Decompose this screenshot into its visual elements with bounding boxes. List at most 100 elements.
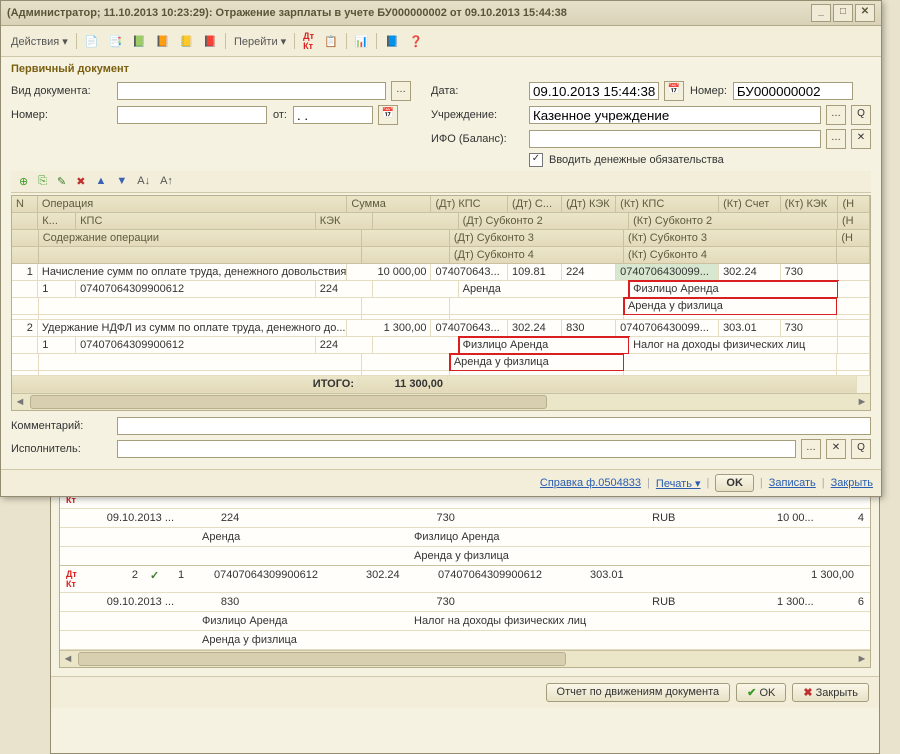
table-row[interactable]: 1 Начисление сумм по оплате труда, денеж… [12,264,870,281]
sort-desc-icon[interactable]: A↑ [156,173,177,190]
executor-clear[interactable]: ✕ [826,439,846,459]
col-dt-sub2[interactable]: (Дт) Субконто 2 [459,213,629,230]
date-picker-icon[interactable]: 📅 [664,81,684,101]
doc-type-label: Вид документа: [11,85,111,97]
delete-icon[interactable]: ✖ [72,173,89,190]
col-operation[interactable]: Операция [38,196,347,213]
org-label: Учреждение: [431,109,523,121]
minimize-button[interactable]: _ [811,4,831,22]
tb-icon-6[interactable]: 📕 [199,33,221,50]
org-picker[interactable]: … [826,105,846,125]
doc-type-input[interactable] [117,82,386,100]
bg-cur: RUB [646,511,740,525]
executor-picker[interactable]: … [801,439,821,459]
table-row[interactable]: Аренда у физлица [12,298,870,315]
from-date-input[interactable] [293,106,373,124]
ifo-input[interactable] [529,130,821,148]
col-nt[interactable]: (Н [838,196,870,213]
dtkt-icon[interactable]: ДтКт [299,29,318,53]
print-menu[interactable]: Печать ▾ [656,477,701,490]
col-dt-sub4[interactable]: (Дт) Субконто 4 [450,247,624,264]
col-nt3[interactable]: (Н [837,230,870,247]
table-row[interactable]: Аренда у физлица [12,354,870,371]
money-checkbox[interactable]: ✓ [529,153,543,167]
col-nt2[interactable]: (Н [838,213,870,230]
sort-asc-icon[interactable]: A↓ [133,173,154,190]
bg-s1: 302.24 [360,568,432,590]
table-row[interactable]: 1 07407064309900612 224 Аренда Физлицо А… [12,281,870,298]
save-button[interactable]: Записать [769,477,816,489]
col-kt-sub2[interactable]: (Кт) Субконто 2 [629,213,838,230]
col-kek[interactable]: КЭК [316,213,373,230]
close-link[interactable]: Закрыть [831,477,873,489]
tb-icon-1[interactable]: 📄 [81,33,103,50]
bg-amt2: 1 300... [741,595,820,609]
tb-icon-2[interactable]: 📑 [104,33,126,50]
bg-cur: RUB [646,595,740,609]
window-title: (Администратор; 11.10.2013 10:23:29): От… [7,7,811,19]
col-kt-kek[interactable]: (Кт) КЭК [781,196,839,213]
col-kps[interactable]: КПС [76,213,316,230]
bg-ok-button[interactable]: ✔ OK [736,683,786,702]
tb-icon-8[interactable]: 📊 [351,33,373,50]
date-input[interactable] [529,82,659,100]
add-icon[interactable]: ⊕ [15,173,32,190]
bg-sub1: Аренда [196,530,408,544]
insert-icon[interactable]: ⎘ [34,173,51,190]
date-label: Дата: [431,85,523,97]
bg-sub2: Физлицо Аренда [408,530,620,544]
edit-icon[interactable]: ✎ [53,173,70,190]
total-sum: 11 300,00 [359,376,448,393]
maximize-button[interactable]: □ [833,4,853,22]
down-icon[interactable]: ▼ [112,173,131,190]
org-input[interactable] [529,106,821,124]
date-picker-icon[interactable]: 📅 [378,105,398,125]
goto-menu[interactable]: Перейти ▾ [230,33,290,50]
actions-menu[interactable]: Действия ▾ [7,33,72,50]
ok-button[interactable]: OK [715,474,754,492]
col-dt-kps[interactable]: (Дт) КПС [431,196,508,213]
col-kt-kps[interactable]: (Кт) КПС [616,196,719,213]
spravka-link[interactable]: Справка ф.0504833 [540,477,641,489]
grid-scroll-h[interactable]: ◄► [12,393,870,410]
col-n[interactable]: N [12,196,38,213]
col-desc[interactable]: Содержание операции [39,230,363,247]
executor-input[interactable] [117,440,796,458]
bg-x: 4 [820,511,870,525]
col-dt-sub3[interactable]: (Дт) Субконто 3 [450,230,624,247]
highlighted-sub2: Физлицо Аренда [629,281,838,298]
ifo-picker[interactable]: … [826,129,846,149]
col-dt-kek[interactable]: (Дт) КЭК [562,196,616,213]
bg-sub3: Аренда у физлица [408,549,620,563]
org-open[interactable]: Q [851,105,871,125]
col-sum[interactable]: Сумма [347,196,431,213]
up-icon[interactable]: ▲ [91,173,110,190]
col-k[interactable]: К... [38,213,76,230]
col-kt-sub3[interactable]: (Кт) Субконто 3 [624,230,837,247]
executor-open[interactable]: Q [851,439,871,459]
close-button[interactable]: ✕ [855,4,875,22]
help-icon[interactable]: ❓ [405,33,427,50]
tb-icon-5[interactable]: 📒 [176,33,198,50]
number-input[interactable] [117,106,267,124]
tb-icon-4[interactable]: 📙 [152,33,174,50]
col-kt-sub4[interactable]: (Кт) Субконто 4 [624,247,837,264]
highlighted-dt-sub3: Аренда у физлица [450,354,624,371]
tb-icon-3[interactable]: 📗 [128,33,150,50]
ifo-clear[interactable]: ✕ [851,129,871,149]
bg-sub1b: Аренда у физлица [196,633,408,647]
doc-type-picker[interactable]: … [391,81,411,101]
reg-number-input[interactable] [733,82,853,100]
check-icon [144,568,172,590]
bg-scroll-h[interactable]: ◄► [60,650,870,667]
table-row[interactable]: 2 Удержание НДФЛ из сумм по оплате труда… [12,320,870,337]
col-kt-schet[interactable]: (Кт) Счет [719,196,781,213]
col-dt-s[interactable]: (Дт) С... [508,196,562,213]
reg-number-label: Номер: [690,85,727,97]
comment-input[interactable] [117,417,871,435]
report-button[interactable]: Отчет по движениям документа [546,683,731,702]
table-row[interactable]: 1 07407064309900612 224 Физлицо Аренда Н… [12,337,870,354]
tb-icon-9[interactable]: 📘 [381,33,403,50]
bg-close-button[interactable]: ✖ Закрыть [792,683,869,702]
tb-icon-7[interactable]: 📋 [320,33,342,50]
